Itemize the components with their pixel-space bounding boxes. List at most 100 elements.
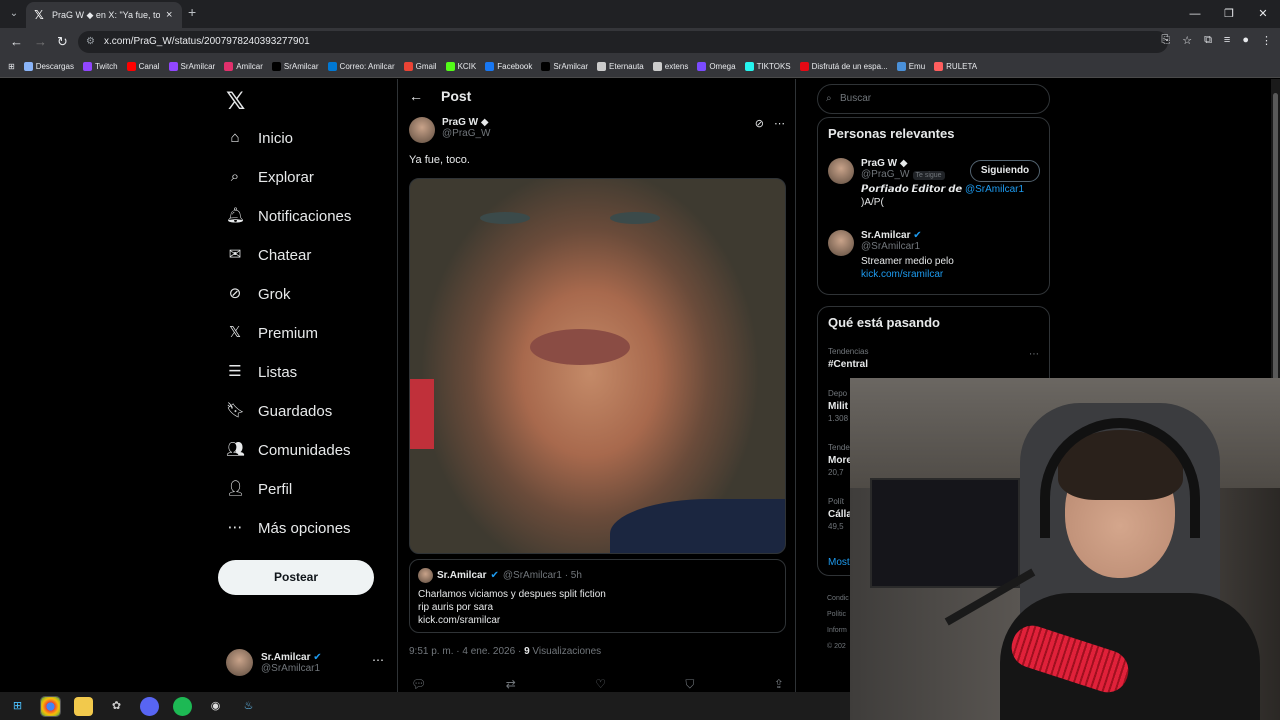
- media-icon[interactable]: ≡: [1224, 34, 1230, 47]
- nav-item-chatear[interactable]: ✉ Chatear: [226, 246, 312, 264]
- trend-item[interactable]: Tende More 20,7: [828, 443, 852, 477]
- nav-item-label: Más opciones: [258, 519, 351, 537]
- nav-item-premium[interactable]: 𝕏 Premium: [226, 324, 318, 342]
- discord-icon[interactable]: [140, 696, 159, 716]
- nav-item-guardados[interactable]: 🔖︎ Guardados: [226, 402, 332, 420]
- menu-icon[interactable]: ⋮: [1261, 34, 1272, 47]
- forward-icon[interactable]: →: [34, 34, 47, 49]
- tweet-timestamp[interactable]: 9:51 p. m. · 4 ene. 2026 ·: [409, 646, 524, 657]
- footer-link[interactable]: Condic: [827, 591, 849, 607]
- apps-icon[interactable]: ⊞: [8, 62, 15, 71]
- profile-avatar-icon[interactable]: ●: [1242, 34, 1249, 47]
- trend-item[interactable]: Polít Cálla 49,5: [828, 497, 852, 531]
- nav-item-label: Premium: [258, 324, 319, 342]
- bio-link[interactable]: kick.com/sramilcar: [861, 269, 943, 280]
- nav-item-perfil[interactable]: 👤︎ Perfil: [226, 480, 292, 498]
- nav-item-inicio[interactable]: ⌂ Inicio: [226, 129, 293, 147]
- bookmark-item[interactable]: Correo: Amilcar: [327, 62, 395, 71]
- author-handle[interactable]: @PraG_W: [442, 128, 491, 139]
- x-logo-icon[interactable]: 𝕏: [226, 87, 245, 116]
- nav-item-comunidades[interactable]: 👥︎ Comunidades: [226, 441, 351, 459]
- restore-icon[interactable]: ❐: [1212, 0, 1246, 28]
- person-item[interactable]: Sr.Amilcar ✔ @SrAmilcar1 Streamer medio …: [828, 230, 954, 281]
- footer-link[interactable]: Inform: [827, 623, 849, 639]
- nav-item-notificaciones[interactable]: 🔔︎ Notificaciones: [226, 207, 351, 225]
- avatar[interactable]: [409, 117, 435, 143]
- bookmark-item[interactable]: Emu: [896, 62, 925, 71]
- bookmark-icon[interactable]: ⛉: [685, 677, 694, 692]
- show-more-link[interactable]: Most: [828, 557, 850, 568]
- trend-item[interactable]: Tendencias #Central: [828, 347, 868, 372]
- share-icon[interactable]: ⇪: [774, 677, 784, 692]
- nav-item-grok[interactable]: ⊘ Grok: [226, 285, 291, 303]
- nav-item-más-opciones[interactable]: ⋯ Más opciones: [226, 519, 351, 537]
- retweet-icon[interactable]: ⇄: [506, 677, 516, 692]
- trend-more-icon[interactable]: ⋯: [1029, 349, 1039, 360]
- extensions-icon[interactable]: ⧉: [1204, 34, 1212, 47]
- author-name[interactable]: PraG W ◆: [442, 117, 491, 128]
- site-info-icon[interactable]: ⚙: [86, 31, 95, 53]
- minimize-icon[interactable]: —: [1178, 0, 1212, 28]
- bookmark-item[interactable]: Descargas: [23, 62, 74, 71]
- post-button[interactable]: Postear: [218, 560, 374, 595]
- trend-item[interactable]: Depo Milit 1.308: [828, 389, 848, 423]
- bookmark-item[interactable]: SrAmilcar: [541, 62, 588, 71]
- windows-start-icon[interactable]: ⊞: [8, 697, 27, 716]
- quoted-tweet[interactable]: Sr.Amilcar ✔ @SrAmilcar1 · 5h Charlamos …: [409, 559, 786, 633]
- bookmark-item[interactable]: SrAmilcar: [168, 62, 215, 71]
- spotify-icon[interactable]: [173, 696, 192, 716]
- search-input[interactable]: ⌕ Buscar: [817, 84, 1050, 114]
- account-more-icon[interactable]: ⋯: [372, 653, 384, 667]
- bookmark-item[interactable]: KCIK: [445, 62, 476, 71]
- bookmark-item[interactable]: TIKTOKS: [744, 62, 791, 71]
- like-icon[interactable]: ♡: [595, 677, 606, 692]
- bookmark-item[interactable]: extens: [652, 62, 688, 71]
- bookmarks-bar: ⊞ Descargas Twitch Canal SrAmilcar Amilcar Sr…: [0, 56, 1280, 78]
- bookmark-item[interactable]: Twitch: [82, 62, 118, 71]
- bookmark-item[interactable]: Amilcar: [224, 62, 263, 71]
- steam-icon[interactable]: ♨: [239, 697, 258, 716]
- chrome-icon[interactable]: [40, 695, 61, 717]
- reload-icon[interactable]: ↻: [57, 34, 68, 50]
- bookmark-item[interactable]: Disfrutá de un espa...: [799, 62, 888, 71]
- bookmark-item[interactable]: Eternauta: [597, 62, 644, 71]
- url-text: x.com/PraG_W/status/2007978240393277901: [104, 36, 310, 47]
- bookmark-item[interactable]: Gmail: [403, 62, 437, 71]
- star-icon[interactable]: ☆: [1182, 34, 1192, 47]
- close-window-icon[interactable]: ✕: [1246, 0, 1280, 28]
- new-tab-icon[interactable]: +: [188, 4, 196, 20]
- address-bar[interactable]: ⚙ x.com/PraG_W/status/200797824039327790…: [78, 31, 1168, 53]
- bookmark-label: RULETA: [946, 62, 978, 71]
- file-explorer-icon[interactable]: [74, 696, 93, 716]
- account-switcher[interactable]: Sr.Amilcar ✔ @SrAmilcar1: [226, 649, 322, 676]
- footer-link[interactable]: Polític: [827, 607, 849, 623]
- install-icon[interactable]: ⎘: [1161, 34, 1170, 47]
- back-arrow-icon[interactable]: ←: [409, 88, 423, 104]
- quote-line: rip auris por sara: [418, 602, 494, 613]
- obs-icon[interactable]: ◉: [206, 697, 225, 716]
- app-icon[interactable]: ✿: [107, 697, 126, 716]
- bookmark-item[interactable]: Facebook: [485, 62, 532, 71]
- person-name[interactable]: Sr.Amilcar: [861, 230, 910, 241]
- bookmark-item[interactable]: SrAmilcar: [271, 62, 319, 71]
- account-name: Sr.Amilcar: [261, 651, 311, 663]
- reply-icon[interactable]: 💬︎: [411, 677, 426, 692]
- footer-link[interactable]: © 202: [827, 639, 849, 655]
- bookmark-item[interactable]: Canal: [126, 62, 160, 71]
- back-icon[interactable]: ←: [10, 34, 23, 49]
- tweet-more-icon[interactable]: ⋯: [774, 117, 785, 130]
- nav-item-explorar[interactable]: ⌕ Explorar: [226, 168, 314, 186]
- bookmark-item[interactable]: RULETA: [934, 62, 977, 71]
- bio-link[interactable]: @SrAmilcar1: [965, 184, 1024, 195]
- close-tab-icon[interactable]: ×: [166, 9, 172, 21]
- grok-explain-icon[interactable]: ⊘: [755, 117, 764, 130]
- avatar[interactable]: [828, 158, 854, 184]
- tab-search-icon[interactable]: ⌄: [4, 4, 24, 24]
- nav-item-listas[interactable]: ☰ Listas: [226, 363, 297, 381]
- tweet-video[interactable]: [409, 178, 786, 554]
- bookmark-item[interactable]: Omega: [697, 62, 736, 71]
- tweet-author[interactable]: PraG W ◆ @PraG_W: [409, 117, 491, 143]
- following-button[interactable]: Siguiendo: [970, 160, 1040, 182]
- avatar[interactable]: [828, 230, 854, 256]
- browser-tab[interactable]: 𝕏 PraG W ◆ en X: "Ya fue, toco." ×: [26, 2, 182, 28]
